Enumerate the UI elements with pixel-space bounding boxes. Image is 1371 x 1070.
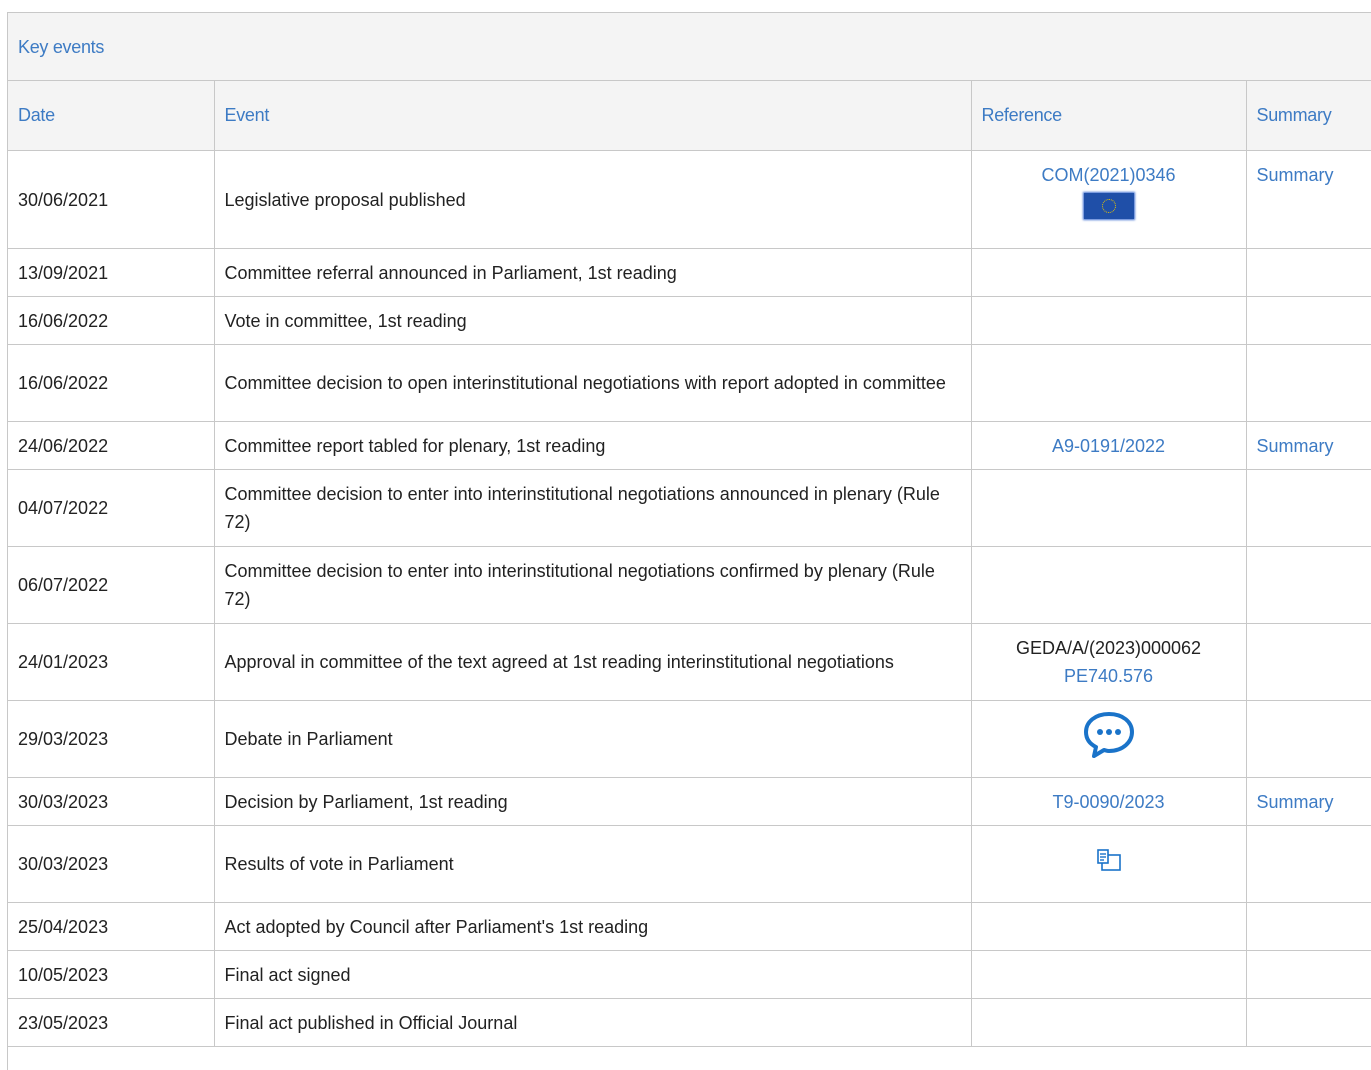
table-row: 24/06/2022 Committee report tabled for p…	[8, 421, 1371, 470]
event-reference	[971, 998, 1247, 1047]
event-reference: T9-0090/2023	[971, 777, 1247, 826]
event-summary	[1246, 623, 1371, 701]
event-summary: Summary	[1246, 150, 1371, 249]
table-row: 29/03/2023 Debate in Parliament	[8, 700, 1371, 778]
table-row: 30/03/2023 Decision by Parliament, 1st r…	[8, 777, 1371, 826]
event-summary: Summary	[1246, 421, 1371, 470]
event-summary	[1246, 546, 1371, 624]
column-header-event[interactable]: Event	[214, 81, 972, 151]
event-reference	[971, 825, 1247, 903]
reference-link[interactable]: A9-0191/2022	[1052, 436, 1165, 456]
event-description: Final act signed	[214, 950, 972, 999]
event-description: Committee decision to enter into interin…	[214, 469, 972, 547]
event-date: 16/06/2022	[8, 296, 215, 345]
event-summary	[1246, 248, 1371, 297]
event-summary	[1246, 998, 1371, 1047]
event-reference	[971, 296, 1247, 345]
event-date: 24/01/2023	[8, 623, 215, 701]
event-date: 10/05/2023	[8, 950, 215, 999]
table-row: 04/07/2022 Committee decision to enter i…	[8, 469, 1371, 547]
event-summary	[1246, 469, 1371, 547]
event-date: 24/06/2022	[8, 421, 215, 470]
event-description: Legislative proposal published	[214, 150, 972, 249]
event-summary	[1246, 344, 1371, 422]
event-summary	[1246, 902, 1371, 951]
event-date: 29/03/2023	[8, 700, 215, 778]
column-header-summary[interactable]: Summary	[1246, 81, 1371, 151]
event-summary	[1246, 700, 1371, 778]
summary-link[interactable]: Summary	[1257, 436, 1334, 456]
table-row: 16/06/2022 Committee decision to open in…	[8, 344, 1371, 422]
key-events-table: Date Event Reference Summary 30/06/2021 …	[8, 81, 1371, 1047]
event-description: Committee referral announced in Parliame…	[214, 248, 972, 297]
table-row: 30/03/2023 Results of vote in Parliament	[8, 825, 1371, 903]
event-reference	[971, 950, 1247, 999]
column-header-date[interactable]: Date	[8, 81, 215, 151]
event-description: Approval in committee of the text agreed…	[214, 623, 972, 701]
summary-link[interactable]: Summary	[1257, 165, 1334, 185]
event-date: 23/05/2023	[8, 998, 215, 1047]
event-reference	[971, 344, 1247, 422]
event-reference	[971, 700, 1247, 778]
event-date: 30/06/2021	[8, 150, 215, 249]
event-reference	[971, 546, 1247, 624]
table-row: 06/07/2022 Committee decision to enter i…	[8, 546, 1371, 624]
event-date: 04/07/2022	[8, 469, 215, 547]
event-description: Committee report tabled for plenary, 1st…	[214, 421, 972, 470]
event-description: Committee decision to open interinstitut…	[214, 344, 972, 422]
vote-ballot-icon[interactable]	[1094, 846, 1124, 882]
eu-flag-icon[interactable]	[1083, 193, 1134, 220]
event-description: Debate in Parliament	[214, 700, 972, 778]
event-description: Vote in committee, 1st reading	[214, 296, 972, 345]
event-summary: Summary	[1246, 777, 1371, 826]
event-summary	[1246, 950, 1371, 999]
key-events-panel: Key events Date Event Reference Summary …	[7, 12, 1371, 1070]
reference-text: GEDA/A/(2023)000062	[1015, 638, 1202, 658]
event-date: 16/06/2022	[8, 344, 215, 422]
event-reference: GEDA/A/(2023)000062 PE740.576	[971, 623, 1247, 701]
summary-link[interactable]: Summary	[1257, 792, 1334, 812]
event-description: Committee decision to enter into interin…	[214, 546, 972, 624]
table-row: 16/06/2022 Vote in committee, 1st readin…	[8, 296, 1371, 345]
reference-link[interactable]: COM(2021)0346	[982, 161, 1236, 189]
event-reference: COM(2021)0346	[971, 150, 1247, 249]
event-reference	[971, 248, 1247, 297]
event-summary	[1246, 825, 1371, 903]
event-summary	[1246, 296, 1371, 345]
column-header-reference[interactable]: Reference	[971, 81, 1247, 151]
reference-link[interactable]: T9-0090/2023	[1052, 792, 1164, 812]
event-reference	[971, 469, 1247, 547]
table-row: 30/06/2021 Legislative proposal publishe…	[8, 150, 1371, 249]
event-date: 13/09/2021	[8, 248, 215, 297]
table-row: 25/04/2023 Act adopted by Council after …	[8, 902, 1371, 951]
event-description: Final act published in Official Journal	[214, 998, 972, 1047]
event-date: 25/04/2023	[8, 902, 215, 951]
table-row: 13/09/2021 Committee referral announced …	[8, 248, 1371, 297]
reference-link[interactable]: PE740.576	[982, 662, 1236, 690]
event-date: 30/03/2023	[8, 777, 215, 826]
table-row: 10/05/2023 Final act signed	[8, 950, 1371, 999]
event-reference: A9-0191/2022	[971, 421, 1247, 470]
table-row: 23/05/2023 Final act published in Offici…	[8, 998, 1371, 1047]
panel-title: Key events	[8, 13, 1371, 81]
table-header-row: Date Event Reference Summary	[8, 81, 1371, 151]
event-description: Act adopted by Council after Parliament'…	[214, 902, 972, 951]
event-date: 30/03/2023	[8, 825, 215, 903]
event-description: Decision by Parliament, 1st reading	[214, 777, 972, 826]
speech-bubble-icon[interactable]	[1082, 710, 1136, 768]
event-description: Results of vote in Parliament	[214, 825, 972, 903]
event-date: 06/07/2022	[8, 546, 215, 624]
event-reference	[971, 902, 1247, 951]
table-row: 24/01/2023 Approval in committee of the …	[8, 623, 1371, 701]
